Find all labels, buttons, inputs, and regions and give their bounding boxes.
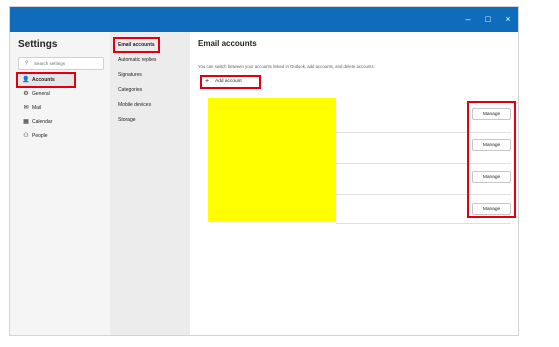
subnav-mobile-devices[interactable]: Mobile devices	[115, 99, 154, 111]
sidebar-item-people[interactable]: ⚇ People	[18, 130, 104, 142]
sidebar-item-calendar[interactable]: ▦ Calendar	[18, 116, 104, 128]
search-placeholder: Search settings	[34, 61, 66, 66]
sidebar-item-label: People	[32, 133, 48, 139]
subnav-email-accounts[interactable]: Email accounts	[113, 37, 160, 53]
mail-icon: ✉	[23, 105, 29, 111]
sidebar-item-mail[interactable]: ✉ Mail	[18, 102, 104, 114]
manage-button[interactable]: Manage	[472, 171, 511, 183]
manage-button[interactable]: Manage	[472, 108, 511, 120]
row-divider	[336, 223, 511, 224]
manage-button[interactable]: Manage	[472, 139, 511, 151]
settings-title: Settings	[18, 39, 58, 50]
calendar-icon: ▦	[23, 119, 29, 125]
gear-icon: ⚙	[23, 91, 29, 97]
close-button[interactable]: ×	[498, 7, 518, 32]
sidebar-item-label: Calendar	[32, 119, 53, 125]
manage-button[interactable]: Manage	[472, 203, 511, 215]
person-icon: 👤	[22, 77, 30, 83]
settings-sidebar: Settings ⚲ Search settings 👤 Accounts ⚙ …	[10, 32, 110, 335]
subnav-categories[interactable]: Categories	[115, 84, 145, 96]
sidebar-item-label: Accounts	[32, 77, 55, 83]
add-account-label: Add account	[215, 79, 242, 84]
accounts-subnav: Email accounts Automatic replies Signatu…	[110, 32, 190, 335]
add-account-button[interactable]: + Add account	[200, 75, 261, 89]
plus-icon: +	[205, 78, 210, 85]
sidebar-item-general[interactable]: ⚙ General	[18, 88, 104, 100]
redacted-account-list	[208, 98, 336, 222]
page-description: You can switch between your accounts lin…	[198, 64, 375, 69]
sidebar-item-label: Mail	[32, 105, 42, 111]
people-icon: ⚇	[23, 133, 29, 139]
title-bar: – □ ×	[10, 7, 518, 32]
sidebar-item-label: General	[32, 91, 50, 97]
subnav-signatures[interactable]: Signatures	[115, 69, 145, 81]
subnav-storage[interactable]: Storage	[115, 114, 139, 126]
sidebar-item-accounts[interactable]: 👤 Accounts	[16, 72, 76, 88]
minimize-button[interactable]: –	[458, 7, 478, 32]
subnav-automatic-replies[interactable]: Automatic replies	[115, 54, 159, 66]
search-settings-input[interactable]: ⚲ Search settings	[18, 57, 104, 70]
settings-window: – □ × Settings ⚲ Search settings 👤 Accou…	[9, 6, 519, 336]
search-icon: ⚲	[25, 60, 29, 66]
email-accounts-panel: Email accounts You can switch between yo…	[190, 32, 518, 335]
page-title: Email accounts	[198, 39, 257, 48]
maximize-button[interactable]: □	[478, 7, 498, 32]
